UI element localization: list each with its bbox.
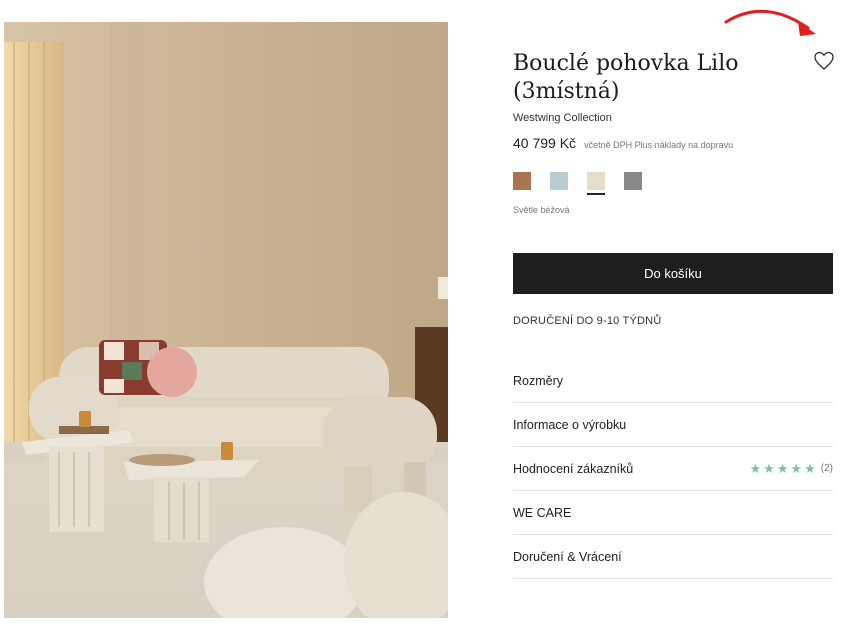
product-title-line1: Bouclé pohovka Lilo [513,51,739,76]
heart-icon [814,51,834,70]
accordion-shipping-returns-label: Doručení & Vrácení [513,549,622,564]
delivery-time: DORUČENÍ DO 9-10 TÝDNŮ [513,315,662,327]
color-swatch-light-beige[interactable] [587,172,605,195]
product-brand: Westwing Collection [513,112,612,124]
color-swatches [513,172,642,195]
accordion-dimensions[interactable]: Rozměry [513,359,833,403]
accordion-reviews[interactable]: Hodnocení zákazníků ★ ★ ★ ★ ★ (2) [513,447,833,491]
accordion-product-info-label: Informace o výrobku [513,417,627,432]
accordion-product-info[interactable]: Informace o výrobku [513,403,833,447]
accordion-reviews-label: Hodnocení zákazníků [513,461,634,476]
color-swatch-brown[interactable] [513,172,531,190]
sofa-photo-illustration [4,22,448,618]
accordion-we-care[interactable]: WE CARE [513,491,833,535]
selected-color-name: Světle béžová [513,205,570,215]
product-image[interactable] [4,22,448,618]
add-to-cart-button[interactable]: Do košíku [513,253,833,294]
color-swatch-light-blue[interactable] [550,172,568,190]
star-rating: ★ ★ ★ ★ ★ (2) [749,462,833,475]
product-price: 40 799 Kč [513,135,577,151]
star-icon: ★ [763,461,775,476]
price-note: včetně DPH Plus náklady na dopravu [584,140,734,150]
wishlist-heart-button[interactable] [812,50,836,72]
star-icon: ★ [804,461,816,476]
product-title: Bouclé pohovka Lilo (3místná) [513,50,803,106]
star-icon: ★ [790,461,803,476]
price-row: 40 799 Kč včetně DPH Plus náklady na dop… [513,135,733,151]
accordion-shipping-returns[interactable]: Doručení & Vrácení [513,535,833,579]
star-icon: ★ [749,461,762,476]
product-accordion: Rozměry Informace o výrobku Hodnocení zá… [513,359,833,579]
star-icon: ★ [776,461,789,476]
product-title-line2: (3místná) [513,79,620,104]
color-swatch-grey[interactable] [624,172,642,190]
annotation-arrow-icon [724,9,816,36]
review-count: (2) [820,463,833,474]
accordion-dimensions-label: Rozměry [513,373,564,388]
accordion-we-care-label: WE CARE [513,505,572,520]
